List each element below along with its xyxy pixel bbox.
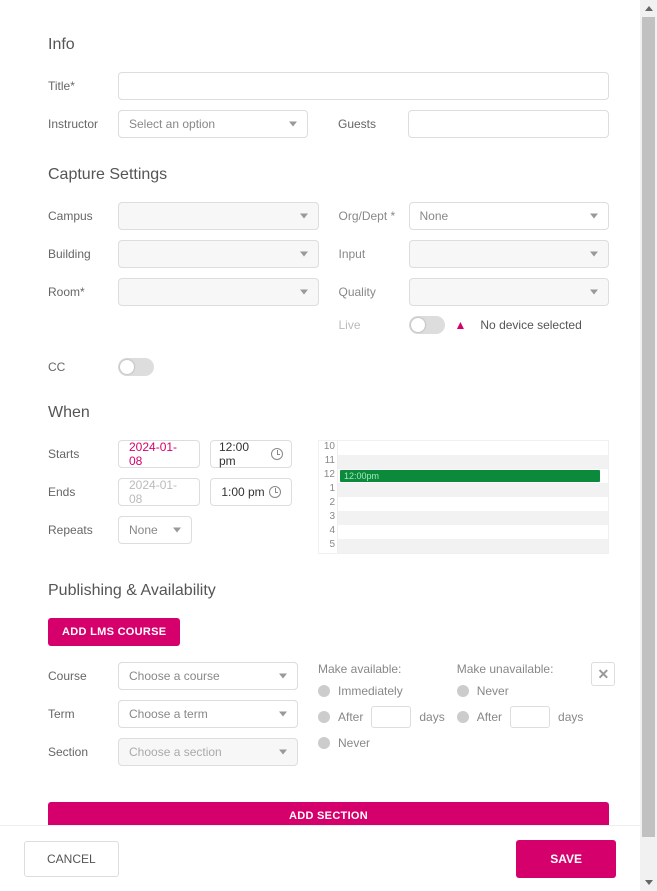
clock-icon	[269, 486, 281, 498]
building-label: Building	[48, 247, 108, 261]
available-after-days-input[interactable]	[371, 706, 411, 728]
scrollbar-thumb[interactable]	[642, 17, 655, 837]
unavailable-after-days-input[interactable]	[510, 706, 550, 728]
when-heading: When	[48, 404, 609, 422]
timeline-event[interactable]: 12:00pm	[340, 470, 600, 482]
chevron-down-icon	[300, 252, 308, 257]
available-immediately-option[interactable]: Immediately	[318, 684, 445, 698]
campus-label: Campus	[48, 209, 108, 223]
orgdept-select[interactable]: None	[409, 202, 610, 230]
tl-hour: 11	[319, 455, 337, 469]
scrollbar-track[interactable]	[640, 0, 657, 891]
radio-icon	[318, 685, 330, 697]
input-label: Input	[339, 247, 399, 261]
add-section-button[interactable]: ADD SECTION	[48, 802, 609, 825]
start-date-input[interactable]: 2024-01-08	[118, 440, 200, 468]
quality-label: Quality	[339, 285, 399, 299]
instructor-label: Instructor	[48, 117, 108, 131]
section-select[interactable]: Choose a section	[118, 738, 298, 766]
instructor-select[interactable]: Select an option	[118, 110, 308, 138]
instructor-select-value: Select an option	[129, 117, 215, 131]
guests-label: Guests	[338, 117, 398, 131]
chevron-down-icon	[289, 122, 297, 127]
unavailable-after-option[interactable]: After days	[457, 706, 584, 728]
chevron-down-icon	[279, 750, 287, 755]
cc-toggle[interactable]	[118, 358, 154, 376]
radio-icon	[457, 711, 469, 723]
title-input[interactable]	[118, 72, 609, 100]
guests-input[interactable]	[408, 110, 609, 138]
section-label: Section	[48, 745, 108, 759]
unavailable-never-option[interactable]: Never	[457, 684, 584, 698]
repeats-value: None	[129, 523, 158, 537]
ends-label: Ends	[48, 485, 108, 499]
warning-icon: ▲	[455, 318, 467, 332]
available-after-option[interactable]: After days	[318, 706, 445, 728]
cc-label: CC	[48, 360, 108, 374]
cancel-button[interactable]: CANCEL	[24, 841, 119, 877]
add-lms-course-button[interactable]: ADD LMS COURSE	[48, 618, 180, 646]
timeline: 10 11 1212:00pm 1 2 3 4 5	[318, 440, 609, 554]
live-toggle[interactable]	[409, 316, 445, 334]
end-time-input[interactable]: 1:00 pm	[210, 478, 292, 506]
chevron-down-icon	[300, 214, 308, 219]
term-select[interactable]: Choose a term	[118, 700, 298, 728]
chevron-down-icon	[590, 214, 598, 219]
course-select[interactable]: Choose a course	[118, 662, 298, 690]
available-never-option[interactable]: Never	[318, 736, 445, 750]
chevron-down-icon	[173, 528, 181, 533]
campus-select[interactable]	[118, 202, 319, 230]
quality-select[interactable]	[409, 278, 610, 306]
radio-icon	[457, 685, 469, 697]
room-label: Room*	[48, 285, 108, 299]
title-label: Title*	[48, 79, 108, 93]
orgdept-value: None	[420, 209, 449, 223]
capture-heading: Capture Settings	[48, 166, 609, 184]
chevron-down-icon	[279, 674, 287, 679]
chevron-down-icon	[300, 290, 308, 295]
radio-icon	[318, 711, 330, 723]
info-heading: Info	[48, 36, 609, 54]
live-label: Live	[339, 318, 399, 332]
remove-section-button[interactable]: ✕	[591, 662, 615, 686]
chevron-down-icon	[590, 252, 598, 257]
tl-hour: 1	[319, 483, 337, 497]
scroll-down-button[interactable]	[640, 874, 657, 891]
clock-icon	[271, 448, 283, 460]
make-unavailable-label: Make unavailable:	[457, 662, 584, 676]
input-select[interactable]	[409, 240, 610, 268]
repeats-label: Repeats	[48, 523, 108, 537]
save-button[interactable]: SAVE	[516, 840, 616, 878]
scroll-up-button[interactable]	[640, 0, 657, 17]
orgdept-label: Org/Dept *	[339, 209, 399, 223]
chevron-down-icon	[590, 290, 598, 295]
tl-hour: 3	[319, 511, 337, 525]
start-time-input[interactable]: 12:00 pm	[210, 440, 292, 468]
repeats-select[interactable]: None	[118, 516, 192, 544]
starts-label: Starts	[48, 447, 108, 461]
chevron-down-icon	[279, 712, 287, 717]
tl-hour: 12	[319, 469, 337, 483]
tl-hour: 5	[319, 539, 337, 553]
tl-hour: 10	[319, 441, 337, 455]
course-label: Course	[48, 669, 108, 683]
footer: CANCEL SAVE	[0, 825, 640, 891]
live-warning: No device selected	[480, 318, 581, 332]
tl-hour: 4	[319, 525, 337, 539]
tl-hour: 2	[319, 497, 337, 511]
term-label: Term	[48, 707, 108, 721]
radio-icon	[318, 737, 330, 749]
publishing-heading: Publishing & Availability	[48, 582, 609, 600]
make-available-label: Make available:	[318, 662, 445, 676]
end-date-input[interactable]: 2024-01-08	[118, 478, 200, 506]
building-select[interactable]	[118, 240, 319, 268]
room-select[interactable]	[118, 278, 319, 306]
